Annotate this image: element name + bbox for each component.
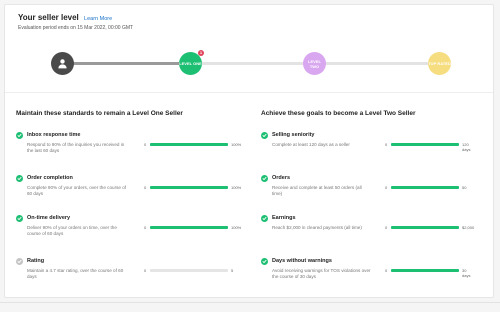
learn-more-link[interactable]: Learn More: [84, 16, 112, 22]
progress-max: 100%: [231, 225, 242, 230]
avatar: [51, 52, 74, 75]
progress-min: 0: [385, 185, 388, 190]
progress-min: 0: [144, 185, 147, 190]
pending-check-icon: [16, 258, 23, 265]
progress-max: 120 days: [462, 142, 471, 152]
check-icon: [261, 258, 268, 265]
level-one-label: LEVEL ONE: [179, 61, 202, 66]
notification-badge: 1: [198, 50, 204, 56]
progress-bar-fill: [391, 226, 459, 229]
evaluation-period: Evaluation period ends on 15 Mar 2022, 0…: [18, 25, 134, 31]
requirement-name: Order completion: [27, 175, 73, 181]
progress-bar-fill: [391, 269, 459, 272]
top-rated-node[interactable]: TOP RATED: [428, 52, 451, 75]
requirement-description: Deliver 90% of your orders on time, over…: [27, 225, 117, 236]
section-divider: [5, 92, 493, 93]
progress-min: 0: [144, 142, 147, 147]
progress-bar: [150, 269, 228, 272]
progress-bar-fill: [150, 186, 228, 189]
requirement-description: Complete at least 120 days as a seller: [272, 142, 350, 147]
requirement-description: Maintain a 4.7 star rating, over the cou…: [27, 268, 124, 279]
requirement-description: Receive and complete at least 50 orders …: [272, 185, 362, 196]
level-one-node[interactable]: LEVEL ONE 1: [179, 50, 204, 75]
progress-bar: [391, 143, 459, 146]
progress-max: 5: [231, 268, 234, 273]
progress-bar: [391, 186, 459, 189]
progress-bar-fill: [391, 186, 459, 189]
requirement-name: Rating: [27, 258, 45, 264]
level-two-node[interactable]: LEVEL TWO: [303, 52, 326, 75]
progress-bar-fill: [150, 143, 228, 146]
requirement-description: Complete 90% of your orders, over the co…: [27, 185, 127, 196]
progress-max: 100%: [231, 185, 242, 190]
progress-max: 50: [462, 185, 467, 190]
seller-level-card: Your seller level Learn More Evaluation …: [4, 4, 494, 298]
requirement-name: Orders: [272, 175, 291, 181]
progress-max: $2,000: [462, 225, 475, 230]
progress-min: 0: [385, 225, 388, 230]
seller-level-title: Your seller level: [18, 13, 79, 22]
progress-bar-fill: [150, 226, 228, 229]
progress-bar: [150, 143, 228, 146]
requirement-description: Avoid receiving warnings for TOS violati…: [272, 268, 371, 279]
requirement-name: Days without warnings: [272, 258, 332, 264]
progress-max: 100%: [231, 142, 242, 147]
progress-bar: [391, 269, 459, 272]
level-two-label: LEVEL TWO: [308, 58, 321, 69]
achieve-goals-title: Achieve these goals to become a Level Tw…: [261, 110, 416, 117]
progress-bar: [391, 226, 459, 229]
check-icon: [261, 132, 268, 139]
top-rated-label: TOP RATED: [428, 61, 451, 66]
progress-min: 0: [144, 268, 147, 273]
progress-min: 0: [144, 225, 147, 230]
progress-max: 30 days: [462, 268, 471, 278]
progress-bar: [150, 226, 228, 229]
requirement-name: Inbox response time: [27, 132, 81, 138]
requirement-name: On-time delivery: [27, 215, 71, 221]
requirement-name: Selling seniority: [272, 132, 315, 138]
check-icon: [16, 132, 23, 139]
check-icon: [16, 175, 23, 182]
check-icon: [16, 215, 23, 222]
user-icon: [58, 59, 67, 69]
check-icon: [261, 215, 268, 222]
level-progress-track: [63, 62, 443, 65]
progress-bar-fill: [391, 143, 459, 146]
check-icon: [261, 175, 268, 182]
requirement-name: Earnings: [272, 215, 296, 221]
requirement-description: Reach $2,000 in cleared payments (all ti…: [272, 225, 362, 230]
progress-bar: [150, 186, 228, 189]
progress-min: 0: [385, 268, 388, 273]
progress-min: 0: [385, 142, 388, 147]
page-footer-line: [0, 302, 500, 303]
requirement-description: Respond to 90% of the inquiries you rece…: [27, 142, 125, 153]
page-title: Your seller level Learn More: [18, 13, 112, 22]
maintain-standards-title: Maintain these standards to remain a Lev…: [16, 110, 183, 117]
level-progress-fill: [63, 62, 193, 65]
